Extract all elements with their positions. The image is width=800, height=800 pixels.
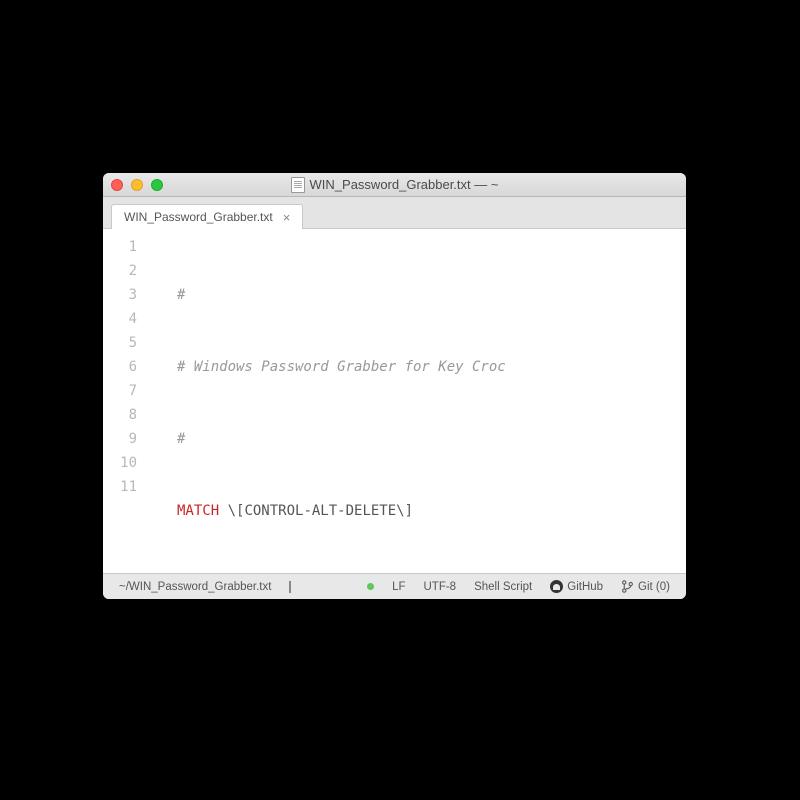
status-github-text: GitHub: [567, 581, 603, 593]
status-cursor[interactable]: [283, 581, 297, 593]
status-github[interactable]: GitHub: [544, 580, 609, 593]
status-path-text: ~/WIN_Password_Grabber.txt: [119, 581, 271, 593]
status-path[interactable]: ~/WIN_Password_Grabber.txt: [113, 581, 277, 593]
code-comment: #: [177, 431, 185, 447]
maximize-window-button[interactable]: [151, 179, 163, 191]
close-window-button[interactable]: [111, 179, 123, 191]
status-bar: ~/WIN_Password_Grabber.txt LF UTF-8 Shel…: [103, 573, 686, 599]
status-clean[interactable]: [361, 583, 380, 590]
minimize-window-button[interactable]: [131, 179, 143, 191]
status-syntax-text: Shell Script: [474, 581, 532, 593]
status-git-text: Git (0): [638, 581, 670, 593]
close-tab-icon[interactable]: ×: [283, 211, 291, 224]
line-number: 3: [103, 283, 149, 307]
editor-area: 1 2 3 4 5 6 7 8 9 10 11 # # Windows Pass…: [103, 229, 686, 573]
tab-label: WIN_Password_Grabber.txt: [124, 210, 273, 224]
line-number: 6: [103, 355, 149, 379]
code-comment: #: [177, 287, 185, 303]
line-number: 7: [103, 379, 149, 403]
clean-dot-icon: [367, 583, 374, 590]
traffic-lights: [111, 179, 163, 191]
github-icon: [550, 580, 563, 593]
status-encoding-text: UTF-8: [423, 581, 456, 593]
line-number: 8: [103, 403, 149, 427]
cursor-icon: [289, 581, 291, 593]
status-syntax[interactable]: Shell Script: [468, 581, 538, 593]
status-line-ending[interactable]: LF: [386, 581, 411, 593]
line-number: 9: [103, 427, 149, 451]
code-keyword: MATCH: [177, 503, 219, 519]
editor-window: WIN_Password_Grabber.txt — ~ WIN_Passwor…: [103, 173, 686, 599]
git-branch-icon: [621, 580, 634, 593]
window-title: WIN_Password_Grabber.txt — ~: [103, 177, 686, 193]
status-encoding[interactable]: UTF-8: [417, 581, 462, 593]
window-title-text: WIN_Password_Grabber.txt — ~: [310, 177, 499, 192]
tab-file[interactable]: WIN_Password_Grabber.txt ×: [111, 204, 303, 229]
file-icon: [291, 177, 305, 193]
line-number: 11: [103, 475, 149, 499]
code-area[interactable]: # # Windows Password Grabber for Key Cro…: [149, 229, 686, 573]
line-number: 4: [103, 307, 149, 331]
line-number: 1: [103, 235, 149, 259]
line-number-gutter: 1 2 3 4 5 6 7 8 9 10 11: [103, 229, 149, 573]
code-text: \[CONTROL-ALT-DELETE\]: [219, 503, 413, 519]
status-git[interactable]: Git (0): [615, 580, 676, 593]
tab-bar: WIN_Password_Grabber.txt ×: [103, 197, 686, 229]
titlebar[interactable]: WIN_Password_Grabber.txt — ~: [103, 173, 686, 197]
line-number: 5: [103, 331, 149, 355]
line-number: 10: [103, 451, 149, 475]
code-comment: # Windows Password Grabber for Key Croc: [177, 359, 506, 375]
line-number: 2: [103, 259, 149, 283]
status-line-ending-text: LF: [392, 581, 405, 593]
